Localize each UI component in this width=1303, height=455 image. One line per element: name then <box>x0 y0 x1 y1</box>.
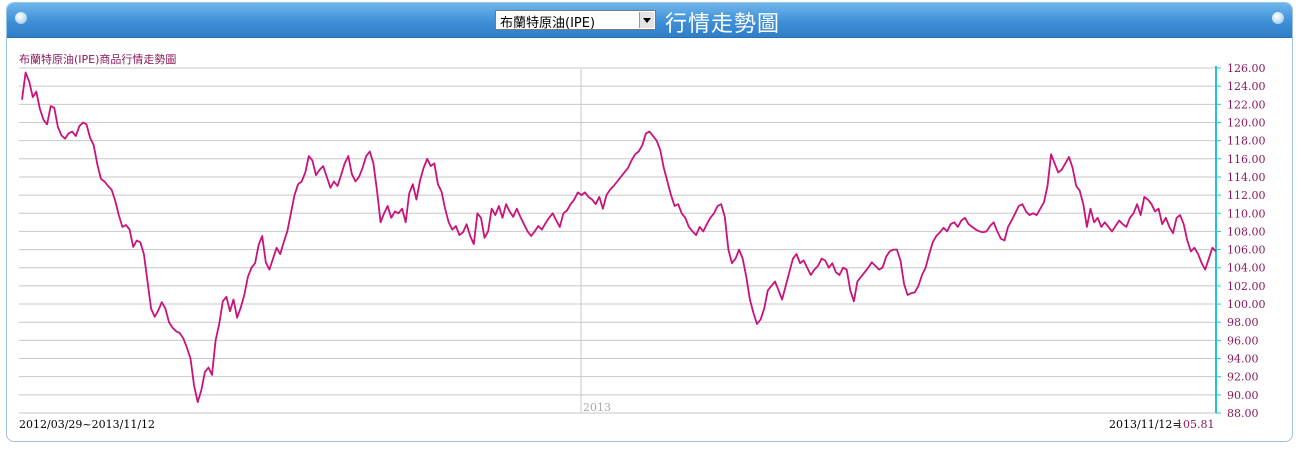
y-tick-label: 126.00 <box>1227 62 1266 75</box>
y-tick-label: 92.00 <box>1227 371 1259 384</box>
y-tick-label: 96.00 <box>1227 334 1259 347</box>
last-date-label: 2013/11/12= <box>1109 418 1182 431</box>
y-tick-label: 98.00 <box>1227 316 1259 329</box>
y-tick-label: 116.00 <box>1227 153 1266 166</box>
y-tick-label: 88.00 <box>1227 407 1259 420</box>
y-tick-label: 100.00 <box>1227 298 1266 311</box>
grid-lines <box>19 67 1216 414</box>
price-chart: 布蘭特原油(IPE)商品行情走勢圖 2013 126.00 124.00 122.0… <box>19 52 1266 431</box>
year-marker-label: 2013 <box>583 401 611 414</box>
y-tick-label: 90.00 <box>1227 389 1259 402</box>
y-tick-label: 102.00 <box>1227 280 1266 293</box>
y-tick-label: 118.00 <box>1227 135 1266 148</box>
price-series <box>21 71 1217 403</box>
y-tick-label: 108.00 <box>1227 225 1266 238</box>
series-line <box>21 71 1217 403</box>
y-tick-label: 112.00 <box>1227 189 1266 202</box>
chart-title: 布蘭特原油(IPE)商品行情走勢圖 <box>19 52 176 66</box>
y-axis-ticks: 126.00 124.00 122.00 120.00 118.00 116.00 114.… <box>1216 62 1266 420</box>
y-tick-label: 114.00 <box>1227 171 1266 184</box>
y-tick-label: 104.00 <box>1227 262 1266 275</box>
y-tick-label: 120.00 <box>1227 116 1266 129</box>
y-tick-label: 94.00 <box>1227 353 1259 366</box>
y-tick-label: 106.00 <box>1227 244 1266 257</box>
y-tick-label: 122.00 <box>1227 98 1266 111</box>
last-value-label: 105.81 <box>1176 418 1215 431</box>
y-tick-label: 110.00 <box>1227 207 1266 220</box>
y-tick-label: 124.00 <box>1227 80 1266 93</box>
date-range-label: 2012/03/29~2013/11/12 <box>19 418 155 431</box>
